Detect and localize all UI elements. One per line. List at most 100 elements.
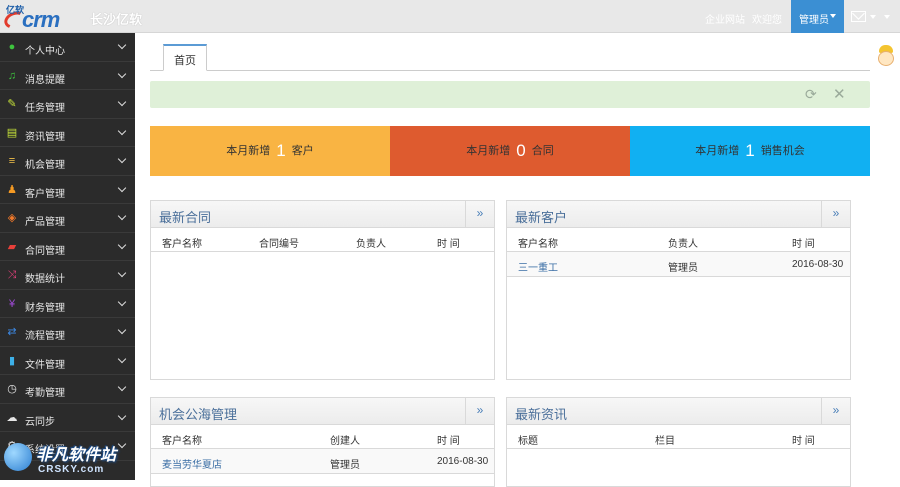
column-header: 负责人 — [356, 239, 386, 250]
more-icon[interactable]: » — [821, 398, 850, 424]
table-header: 客户名称 创建人 时 间 — [151, 425, 494, 449]
dropbox-icon: ◈ — [7, 212, 17, 224]
sidebar-item[interactable]: ▰ 合同管理 — [0, 233, 135, 261]
chevron-down-icon — [117, 268, 127, 278]
cloud-upload-icon: ☁ — [6, 411, 18, 424]
stat-new-customers[interactable]: 本月新增 1 客户 — [150, 126, 390, 176]
sidebar-item[interactable]: ¥ 财务管理 — [0, 290, 135, 318]
customer-name-link[interactable]: 麦当劳华夏店 — [162, 456, 222, 471]
sidebar-item-label: 个人中心 — [25, 46, 65, 57]
sidebar-item[interactable]: ≡ 机会管理 — [0, 147, 135, 176]
chevron-down-icon — [117, 154, 127, 164]
sidebar-item[interactable]: ▤ 资讯管理 — [0, 119, 135, 147]
sidebar: ● 个人中心 ♫ 消息提醒 ✎ 任务管理 ▤ 资讯管理 ≡ 机会管理 ♟ 客户管理 ◈ 产品管理 ▰ 合同管理… — [0, 33, 135, 480]
mail-caret-icon[interactable] — [870, 15, 876, 19]
sidebar-item[interactable]: ◈ 产品管理 — [0, 204, 135, 233]
logo-text: crm — [22, 7, 60, 32]
sidebar-item[interactable]: ✎ 任务管理 — [0, 90, 135, 119]
stat-new-contracts[interactable]: 本月新增 0 合同 — [390, 126, 630, 176]
chevron-down-icon — [117, 97, 127, 107]
user-menu-button[interactable]: 管理员 — [791, 0, 844, 33]
panel-title: 最新客户 — [515, 210, 568, 225]
sidebar-item[interactable]: ⤨ 数据统计 — [0, 261, 135, 290]
stat-label: 本月新增 — [466, 145, 511, 157]
chevron-down-icon — [117, 183, 127, 192]
chevron-down-icon — [117, 240, 127, 249]
watermark-title: 非凡软件站 — [36, 447, 117, 464]
column-header: 时 间 — [437, 436, 460, 447]
helper-mascot-icon[interactable] — [876, 43, 896, 69]
user-icon: ● — [8, 41, 16, 53]
sidebar-item-label: 合同管理 — [25, 245, 65, 257]
sidebar-item[interactable]: ♫ 消息提醒 — [0, 62, 135, 90]
panel-latest-news: 最新资讯 » 标题 栏目 时 间 — [506, 397, 851, 487]
sidebar-item-label: 文件管理 — [25, 359, 65, 371]
column-header: 时 间 — [792, 436, 815, 447]
chevron-down-icon — [117, 40, 127, 50]
users-icon: ♟ — [7, 183, 17, 196]
panel-opportunity-pool: 机会公海管理 » 客户名称 创建人 时 间 麦当劳华夏店 管理员 2016-08… — [150, 397, 495, 487]
stat-value: 1 — [276, 141, 286, 160]
notice-bar: ⟳ ✕ — [150, 81, 870, 108]
column-header: 客户名称 — [518, 239, 558, 250]
more-icon[interactable]: » — [821, 201, 850, 227]
sidebar-item-label: 机会管理 — [25, 160, 65, 171]
sidebar-item-label: 财务管理 — [25, 302, 65, 314]
table-row[interactable]: 三一重工 管理员 2016-08-30 — [507, 252, 850, 277]
panel-header: 最新资讯 » — [507, 398, 850, 425]
customer-name-link[interactable]: 三一重工 — [518, 259, 558, 274]
sidebar-item[interactable]: ▮ 文件管理 — [0, 347, 135, 375]
stat-label: 本月新增 — [226, 145, 271, 157]
folder-icon: ▰ — [7, 240, 17, 253]
column-header: 标题 — [518, 436, 538, 447]
chevron-down-icon — [117, 69, 127, 78]
chevron-down-icon — [117, 382, 127, 392]
sidebar-item-label: 流程管理 — [25, 331, 65, 342]
table-row[interactable]: 麦当劳华夏店 管理员 2016-08-30 — [151, 449, 494, 474]
date-cell: 2016-08-30 — [792, 259, 844, 270]
column-header: 创建人 — [330, 436, 360, 447]
panel-title: 最新资讯 — [515, 407, 568, 422]
column-header: 合同编号 — [259, 239, 299, 250]
sidebar-item-label: 消息提醒 — [25, 74, 65, 86]
mail-icon[interactable] — [851, 11, 866, 22]
panel-title: 机会公海管理 — [159, 407, 238, 422]
panel-header: 最新合同 » — [151, 201, 494, 228]
stat-unit: 合同 — [531, 145, 554, 157]
sidebar-item[interactable]: ⇄ 流程管理 — [0, 318, 135, 347]
refresh-icon[interactable]: ⟳ — [805, 86, 817, 103]
sidebar-item[interactable]: ● 个人中心 — [0, 33, 135, 62]
yen-icon: ¥ — [8, 297, 16, 310]
document-icon: ▤ — [6, 126, 18, 139]
stat-value: 1 — [745, 141, 755, 160]
more-icon[interactable]: » — [465, 398, 494, 424]
sidebar-item-label: 客户管理 — [25, 188, 65, 200]
company-name: 长沙亿软 — [90, 12, 143, 27]
welcome-text: 欢迎您 — [752, 15, 782, 26]
panel-header: 最新客户 » — [507, 201, 850, 228]
shuffle-icon: ⤨ — [7, 269, 17, 281]
stat-unit: 客户 — [291, 145, 314, 157]
extra-caret-icon[interactable] — [884, 15, 890, 19]
sidebar-item[interactable]: ☁ 云同步 — [0, 404, 135, 432]
sidebar-item[interactable]: ♟ 客户管理 — [0, 176, 135, 204]
chevron-down-icon — [117, 126, 127, 135]
sidebar-item-label: 任务管理 — [25, 103, 65, 114]
watermark-url: CRSKY.com — [38, 464, 105, 475]
sidebar-item-label: 产品管理 — [25, 217, 65, 228]
stat-new-opportunities[interactable]: 本月新增 1 销售机会 — [630, 126, 870, 176]
app-logo[interactable]: 亿软 crm — [1, 3, 78, 32]
caret-down-icon — [830, 14, 836, 18]
more-icon[interactable]: » — [465, 201, 494, 227]
panel-latest-customers: 最新客户 » 客户名称 负责人 时 间 三一重工 管理员 2016-08-30 — [506, 200, 851, 380]
tab-home[interactable]: 首页 — [163, 44, 207, 71]
close-icon[interactable]: ✕ — [833, 85, 846, 103]
creator-cell: 管理员 — [330, 460, 360, 471]
column-header: 时 间 — [437, 239, 460, 250]
owner-cell: 管理员 — [668, 263, 698, 274]
company-website-link[interactable]: 企业网站 — [705, 11, 745, 26]
chevron-down-icon — [117, 297, 127, 306]
sidebar-item[interactable]: ◷ 考勤管理 — [0, 375, 135, 404]
date-cell: 2016-08-30 — [437, 456, 489, 467]
file-icon: ▮ — [8, 354, 16, 367]
